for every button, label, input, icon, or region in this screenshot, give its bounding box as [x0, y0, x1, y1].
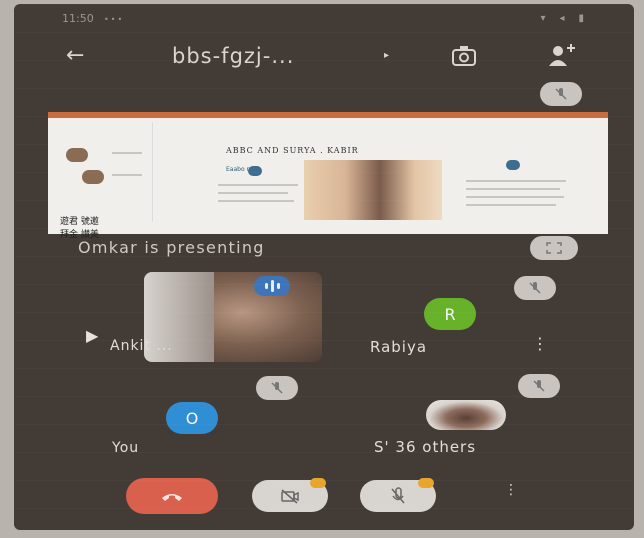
- warning-badge: [418, 478, 434, 488]
- end-call-button[interactable]: [126, 478, 218, 514]
- mic-off-icon: [555, 88, 567, 100]
- participant-name: Ankit ...: [110, 338, 173, 354]
- mic-off-icon: [271, 382, 283, 394]
- participant-name: You: [112, 440, 140, 456]
- fullscreen-icon: [546, 242, 562, 254]
- mic-off-icon: [391, 487, 405, 504]
- speaking-indicator-icon: [254, 276, 290, 296]
- participant-name: Rabiya: [370, 338, 428, 356]
- more-options-icon[interactable]: ⋮: [504, 482, 518, 498]
- status-bar: 11:50 ••• ▾◂▮: [14, 4, 634, 34]
- switch-camera-icon[interactable]: [450, 42, 478, 70]
- avatar[interactable]: O: [166, 402, 218, 434]
- slide-photo: [304, 160, 442, 220]
- slide-avatar: [82, 170, 104, 184]
- mic-off-button[interactable]: [514, 276, 556, 300]
- presenting-label: Omkar is presenting: [78, 238, 265, 257]
- avatar[interactable]: [426, 400, 506, 430]
- mic-off-button[interactable]: [256, 376, 298, 400]
- status-indicators: •••: [104, 15, 125, 24]
- mic-off-button[interactable]: [540, 82, 582, 106]
- status-icons: ▾◂▮: [540, 13, 598, 24]
- slide-caption: 遊君 號邀 拜金 讃美: [60, 217, 99, 240]
- chevron-right-icon[interactable]: ▸: [384, 50, 389, 61]
- others-count[interactable]: S' 36 others: [374, 438, 476, 456]
- slide-marker: [248, 166, 262, 176]
- meeting-title[interactable]: bbs-fgzj-...: [172, 44, 294, 68]
- back-arrow-icon[interactable]: ←: [66, 42, 94, 70]
- avatar[interactable]: R: [424, 298, 476, 330]
- more-options-icon[interactable]: ⋮: [532, 334, 548, 353]
- play-icon: ▶: [86, 326, 99, 345]
- add-person-icon[interactable]: [546, 42, 576, 70]
- slide-avatar: [66, 148, 88, 162]
- mic-off-icon: [533, 380, 545, 392]
- fullscreen-button[interactable]: [530, 236, 578, 260]
- slide-marker: [506, 160, 520, 170]
- phone-hangup-icon: [162, 494, 182, 501]
- slide-heading: ABBC AND SURYA . KABIR: [226, 146, 359, 155]
- mic-off-icon: [529, 282, 541, 294]
- app-bar: ← bbs-fgzj-... ▸: [14, 38, 634, 78]
- camera-off-icon: [281, 489, 299, 504]
- shared-screen[interactable]: 遊君 號邀 拜金 讃美 ABBC AND SURYA . KABIR Eaabo…: [48, 112, 608, 240]
- status-time: 11:50: [62, 12, 94, 25]
- slide-sidebar: 遊君 號邀 拜金 讃美: [52, 122, 153, 240]
- mic-off-button[interactable]: [518, 374, 560, 398]
- warning-badge: [310, 478, 326, 488]
- meeting-screen: 11:50 ••• ▾◂▮ ← bbs-fgzj-... ▸ 遊君 號邀 拜金 …: [14, 4, 634, 530]
